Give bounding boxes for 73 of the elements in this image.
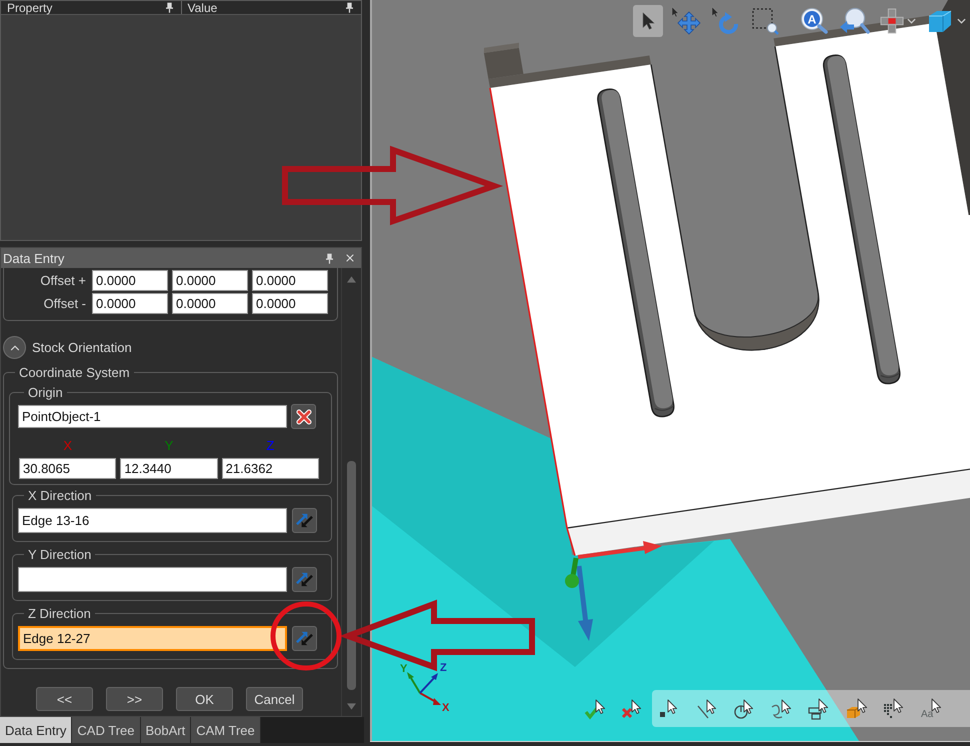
panel-tab[interactable]: Data Entry bbox=[0, 717, 72, 743]
text-field[interactable]: PointObject-1 bbox=[18, 405, 287, 428]
curve-select-icon bbox=[770, 698, 794, 720]
pin-icon bbox=[346, 2, 353, 13]
zoom-previous-icon bbox=[838, 7, 870, 35]
edge-select-icon bbox=[694, 698, 718, 720]
boss-block bbox=[484, 42, 524, 79]
x-cursor-icon bbox=[620, 698, 644, 720]
dialog-button[interactable]: OK bbox=[176, 687, 233, 711]
text-field[interactable]: 21.6362 bbox=[222, 458, 319, 479]
column-header[interactable]: Property bbox=[1, 1, 182, 14]
text-field[interactable]: 0.0000 bbox=[252, 270, 328, 291]
text-field[interactable]: 0.0000 bbox=[92, 270, 168, 291]
direction-arrows-icon bbox=[296, 630, 313, 647]
pin-icon bbox=[166, 2, 172, 13]
text-field[interactable]: 0.0000 bbox=[172, 270, 248, 291]
zoom-window-icon bbox=[751, 7, 779, 35]
check-cursor-icon bbox=[584, 698, 608, 720]
points-select-icon bbox=[882, 698, 906, 720]
axis-label: Z bbox=[440, 662, 447, 674]
pin-icon bbox=[326, 252, 333, 264]
field-label: Offset - bbox=[42, 297, 86, 310]
caret-icon bbox=[957, 18, 966, 24]
axis-label: X bbox=[442, 702, 450, 714]
text-field[interactable] bbox=[18, 567, 287, 592]
column-header[interactable]: Value bbox=[182, 1, 361, 14]
box-select-icon bbox=[844, 698, 868, 720]
text-field[interactable]: 30.8065 bbox=[19, 458, 116, 479]
view-widget-icon bbox=[880, 8, 904, 34]
axis-label: X bbox=[62, 438, 73, 453]
scroll-down-icon[interactable] bbox=[347, 703, 356, 710]
face-select-icon bbox=[807, 698, 831, 720]
dialog-button[interactable]: >> bbox=[106, 687, 163, 711]
scroll-up-icon[interactable] bbox=[347, 276, 356, 283]
dialog-button[interactable]: Cancel bbox=[246, 687, 303, 711]
panel-tab[interactable]: CAD Tree bbox=[72, 717, 140, 743]
text-field[interactable]: 0.0000 bbox=[172, 293, 248, 314]
scrollbar-thumb[interactable] bbox=[347, 461, 356, 690]
caret-icon bbox=[907, 18, 916, 24]
panel-title: Data Entry bbox=[3, 252, 64, 264]
group-label: Coordinate System bbox=[18, 365, 131, 380]
text-field[interactable]: Edge 12-27 bbox=[18, 626, 287, 651]
collapse-button[interactable] bbox=[3, 336, 26, 359]
circle-select-icon bbox=[732, 698, 756, 720]
direction-arrows-icon bbox=[296, 571, 313, 588]
close-icon bbox=[344, 252, 356, 264]
group-label: Z Direction bbox=[27, 606, 92, 621]
direction-arrows-icon bbox=[296, 512, 313, 529]
text-field[interactable]: 0.0000 bbox=[92, 293, 168, 314]
pick-direction-button[interactable] bbox=[292, 567, 317, 592]
pick-direction-button[interactable] bbox=[292, 508, 317, 533]
group-label: X Direction bbox=[27, 488, 93, 503]
circle-annotation bbox=[270, 602, 342, 670]
field-label: Offset + bbox=[39, 274, 86, 287]
text-field[interactable]: Edge 13-16 bbox=[18, 508, 287, 533]
rotate-icon bbox=[711, 7, 741, 35]
text-field[interactable]: 12.3440 bbox=[120, 458, 218, 479]
view-tool-button[interactable] bbox=[633, 5, 663, 37]
pick-direction-button[interactable] bbox=[292, 626, 317, 651]
dialog-button[interactable]: << bbox=[36, 687, 93, 711]
clear-button[interactable] bbox=[291, 404, 316, 429]
x-mark-icon bbox=[296, 408, 312, 424]
3d-viewport[interactable]: A X Y Z Aa bbox=[370, 0, 970, 741]
text-field[interactable]: 0.0000 bbox=[252, 293, 328, 314]
panel-tab[interactable]: BobArt bbox=[140, 717, 192, 743]
axis-label: Z bbox=[265, 438, 276, 453]
axis-label: Y bbox=[400, 663, 408, 675]
pan-icon bbox=[671, 7, 701, 35]
panel-tab[interactable]: CAM Tree bbox=[191, 717, 261, 743]
axis-label: Y bbox=[164, 438, 174, 453]
group-label: Origin bbox=[27, 385, 64, 400]
group-label: Y Direction bbox=[27, 547, 92, 562]
section-title: Stock Orientation bbox=[32, 341, 132, 354]
